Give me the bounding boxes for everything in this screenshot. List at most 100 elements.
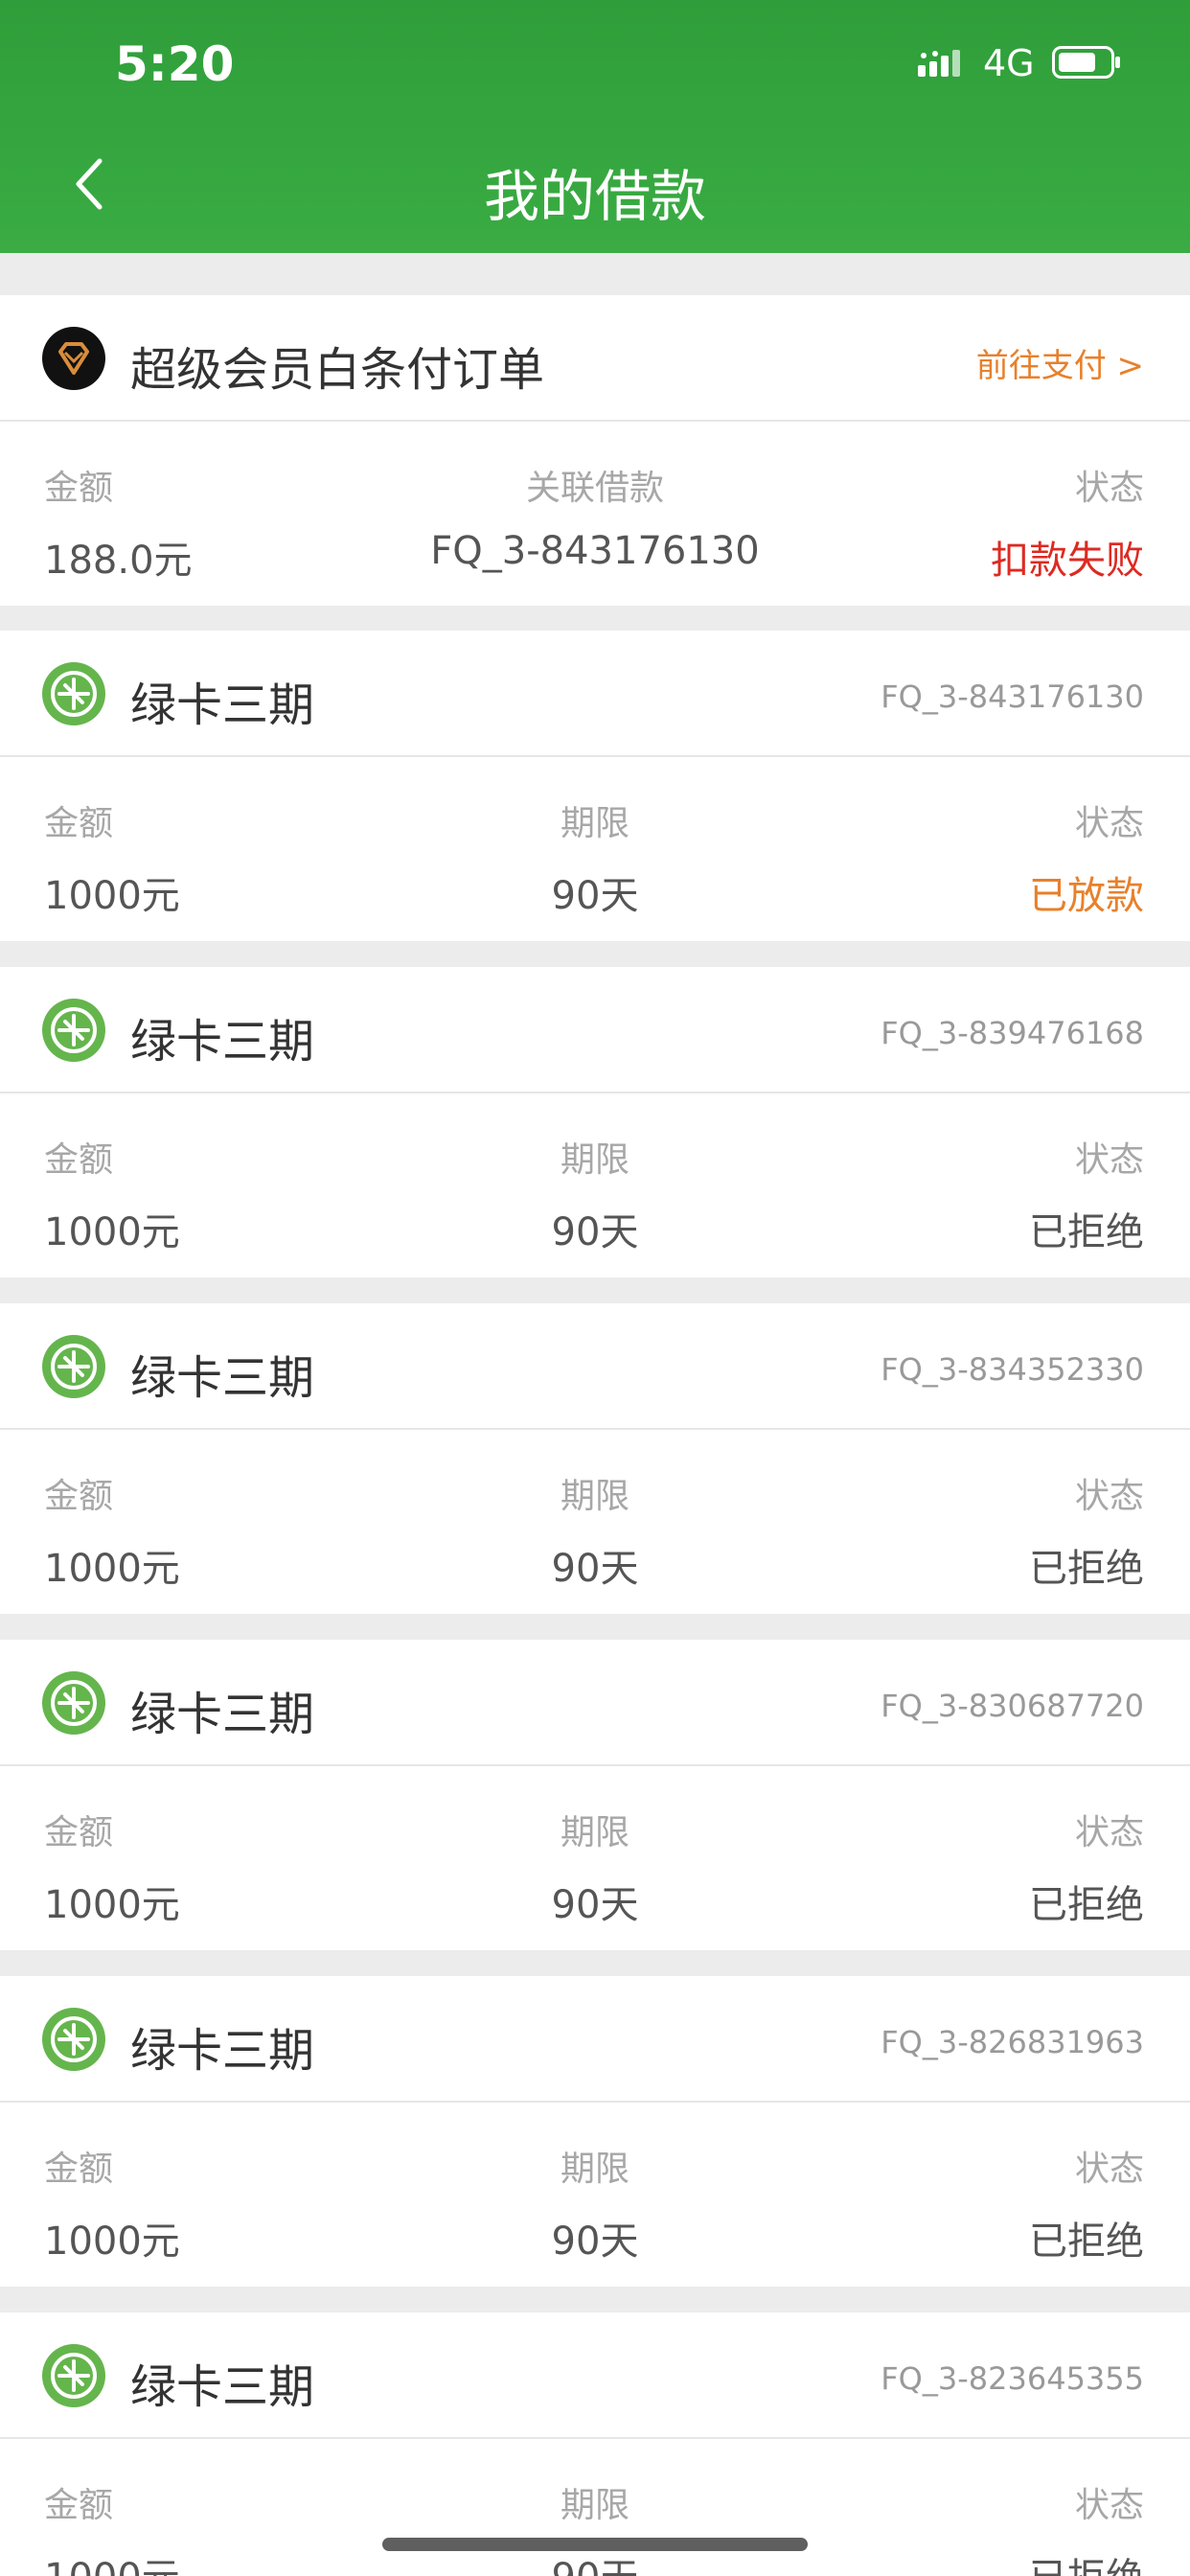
signal-icon	[918, 50, 960, 77]
loan-card[interactable]: 绿卡三期 FQ_3-843176130 金额 1000元 期限 90天 状态 已…	[0, 631, 1190, 941]
field-amount: 金额 188.0元	[44, 460, 446, 585]
field-term: 期限 90天	[394, 795, 796, 920]
card-header: 绿卡三期 FQ_3-823645355	[0, 2312, 1190, 2439]
field-label: 金额	[44, 2486, 114, 2525]
status-time: 5:20	[115, 36, 235, 92]
field-value: 90天	[551, 1883, 639, 1927]
field-status: 状态 已放款	[742, 795, 1144, 920]
loan-id: FQ_3-834352330	[881, 1351, 1144, 1388]
card-title: 绿卡三期	[130, 2024, 315, 2078]
field-amount: 金额 1000元	[44, 795, 446, 920]
status-disbursed: 已放款	[1029, 874, 1144, 918]
field-value: 1000元	[44, 1883, 180, 1927]
loan-id: FQ_3-826831963	[881, 2024, 1144, 2060]
field-value: 1000元	[44, 1210, 180, 1254]
loan-card[interactable]: 绿卡三期 FQ_3-830687720 金额 1000元 期限 90天 状态 已…	[0, 1640, 1190, 1950]
card-details: 金额 1000元 期限 90天 状态 已放款	[0, 757, 1190, 937]
card-header: 绿卡三期 FQ_3-834352330	[0, 1303, 1190, 1430]
card-title: 绿卡三期	[130, 1351, 315, 1405]
status-failed: 扣款失败	[991, 539, 1144, 583]
field-amount: 金额 1000元	[44, 2477, 446, 2576]
loan-id: FQ_3-839476168	[881, 1015, 1144, 1051]
card-header: 绿卡三期 FQ_3-830687720	[0, 1640, 1190, 1766]
field-label: 金额	[44, 2150, 114, 2189]
field-label: 期限	[560, 2486, 629, 2525]
field-label: 期限	[560, 1477, 629, 1516]
diamond-icon	[42, 327, 105, 390]
field-value: 90天	[551, 1210, 639, 1254]
card-super-member-order[interactable]: 超级会员白条付订单 前往支付 > 金额 188.0元 关联借款 FQ_3-843…	[0, 295, 1190, 606]
loan-card[interactable]: 绿卡三期 FQ_3-834352330 金额 1000元 期限 90天 状态 已…	[0, 1303, 1190, 1614]
card-title: 绿卡三期	[130, 2360, 315, 2414]
field-value: 90天	[551, 874, 639, 918]
card-title: 绿卡三期	[130, 1688, 315, 1741]
field-related-loan: 关联借款 FQ_3-843176130	[394, 460, 796, 573]
card-details: 金额 1000元 期限 90天 状态 已拒绝	[0, 2439, 1190, 2576]
field-label: 金额	[44, 1140, 114, 1180]
status-rejected: 已拒绝	[1029, 1883, 1144, 1927]
field-status: 状态 已拒绝	[742, 2477, 1144, 2576]
field-label: 金额	[44, 1813, 114, 1852]
card-details: 金额 1000元 期限 90天 状态 已拒绝	[0, 1430, 1190, 1610]
field-value: 90天	[551, 1547, 639, 1591]
field-term: 期限 90天	[394, 1805, 796, 1929]
card-header: 超级会员白条付订单 前往支付 >	[0, 295, 1190, 422]
field-label: 状态	[1074, 469, 1144, 508]
field-term: 期限 90天	[394, 1468, 796, 1593]
card-title: 绿卡三期	[130, 1015, 315, 1069]
field-value: 1000元	[44, 874, 180, 918]
status-rejected: 已拒绝	[1029, 2220, 1144, 2264]
card-header: 绿卡三期 FQ_3-826831963	[0, 1976, 1190, 2103]
home-indicator[interactable]	[382, 2538, 808, 2551]
field-amount: 金额 1000元	[44, 1132, 446, 1256]
page-title: 我的借款	[483, 164, 706, 229]
green-card-logo-icon	[42, 999, 105, 1062]
battery-icon	[1052, 46, 1120, 79]
field-term: 期限 90天	[394, 1132, 796, 1256]
card-details: 金额 188.0元 关联借款 FQ_3-843176130 状态 扣款失败	[0, 422, 1190, 602]
card-details: 金额 1000元 期限 90天 状态 已拒绝	[0, 1093, 1190, 1274]
status-bar: 5:20 4G	[0, 0, 1190, 129]
green-card-logo-icon	[42, 662, 105, 725]
field-label: 状态	[1074, 2150, 1144, 2189]
field-label: 状态	[1074, 1140, 1144, 1180]
field-amount: 金额 1000元	[44, 1805, 446, 1929]
field-value: 1000元	[44, 2220, 180, 2264]
field-label: 关联借款	[525, 469, 664, 508]
card-details: 金额 1000元 期限 90天 状态 已拒绝	[0, 2103, 1190, 2283]
app-header: 5:20 4G 我的借款	[0, 0, 1190, 253]
field-label: 状态	[1074, 2486, 1144, 2525]
network-type: 4G	[983, 42, 1035, 84]
pay-now-link[interactable]: 前往支付 >	[976, 339, 1144, 386]
loan-id: FQ_3-843176130	[881, 678, 1144, 715]
card-details: 金额 1000元 期限 90天 状态 已拒绝	[0, 1766, 1190, 1946]
green-card-logo-icon	[42, 1671, 105, 1735]
loan-card[interactable]: 绿卡三期 FQ_3-839476168 金额 1000元 期限 90天 状态 已…	[0, 967, 1190, 1277]
loan-id: FQ_3-830687720	[881, 1688, 1144, 1724]
green-card-logo-icon	[42, 1335, 105, 1398]
card-header: 绿卡三期 FQ_3-843176130	[0, 631, 1190, 757]
field-status: 状态 已拒绝	[742, 1132, 1144, 1256]
loan-card[interactable]: 绿卡三期 FQ_3-826831963 金额 1000元 期限 90天 状态 已…	[0, 1976, 1190, 2287]
field-amount: 金额 1000元	[44, 1468, 446, 1593]
field-label: 状态	[1074, 804, 1144, 843]
green-card-logo-icon	[42, 2344, 105, 2407]
field-status: 状态 已拒绝	[742, 1805, 1144, 1929]
field-value: 188.0元	[44, 539, 193, 583]
field-label: 状态	[1074, 1477, 1144, 1516]
field-status: 状态 已拒绝	[742, 2141, 1144, 2266]
field-value: 1000元	[44, 1547, 180, 1591]
loan-id: FQ_3-823645355	[881, 2360, 1144, 2397]
field-label: 期限	[560, 2150, 629, 2189]
field-amount: 金额 1000元	[44, 2141, 446, 2266]
field-status: 状态 扣款失败	[742, 460, 1144, 585]
field-label: 期限	[560, 1813, 629, 1852]
field-label: 状态	[1074, 1813, 1144, 1852]
field-label: 金额	[44, 469, 114, 508]
status-rejected: 已拒绝	[1029, 1547, 1144, 1591]
field-value: 90天	[551, 2220, 639, 2264]
field-label: 期限	[560, 804, 629, 843]
field-label: 金额	[44, 1477, 114, 1516]
loan-card[interactable]: 绿卡三期 FQ_3-823645355 金额 1000元 期限 90天 状态 已…	[0, 2312, 1190, 2576]
field-term: 期限 90天	[394, 2477, 796, 2576]
